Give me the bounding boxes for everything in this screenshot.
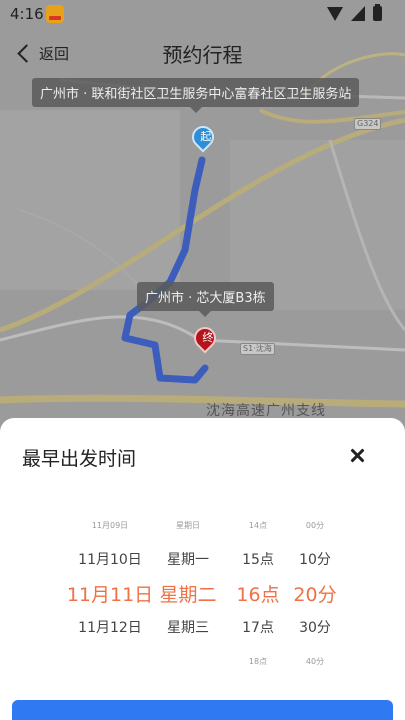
picker-hour-option[interactable]: 18点	[228, 644, 288, 678]
picker-row: 18点 40分	[0, 644, 405, 678]
end-location-label: 广州市 · 芯大厦B3栋	[145, 291, 266, 306]
signal-icon	[351, 6, 365, 21]
road-badge: S1·沈海	[240, 343, 275, 355]
highway-name-label: 沈海高速广州支线	[206, 403, 326, 419]
picker-minute-option[interactable]: 30分	[283, 610, 347, 644]
status-bar: 4:16	[0, 0, 405, 30]
chevron-left-icon	[17, 43, 36, 63]
picker-row: 11月12日 星期三 17点 30分	[0, 610, 405, 644]
picker-minute-selected[interactable]: 20分	[283, 576, 347, 610]
picker-minute-option[interactable]: 40分	[283, 644, 347, 678]
picker-hour-option[interactable]: 14点	[228, 508, 288, 542]
start-location-label: 广州市 · 联和街社区卫生服务中心富春社区卫生服务站	[40, 87, 352, 102]
back-button[interactable]: 返回	[14, 40, 69, 66]
picker-weekday-option[interactable]: 星期日	[143, 508, 233, 542]
start-marker-label: 起	[200, 130, 212, 143]
picker-weekday-option[interactable]: 星期一	[143, 542, 233, 576]
picker-weekday-option[interactable]: 星期三	[143, 610, 233, 644]
datetime-picker[interactable]: 11月09日 星期日 14点 00分 11月10日 星期一 15点 10分 11…	[0, 508, 405, 678]
picker-row-selected: 11月11日 星期二 16点 20分	[0, 576, 405, 610]
confirm-button[interactable]	[12, 700, 393, 720]
news-app-icon	[46, 5, 64, 23]
back-label: 返回	[39, 44, 70, 63]
picker-weekday-selected[interactable]: 星期二	[143, 576, 233, 610]
sheet-title: 最早出发时间	[22, 448, 137, 470]
end-location-callout[interactable]: 广州市 · 芯大厦B3栋	[137, 282, 274, 317]
picker-minute-option[interactable]: 00分	[283, 508, 347, 542]
wifi-icon	[327, 7, 343, 21]
picker-minute-option[interactable]: 10分	[283, 542, 347, 576]
picker-weekday-option[interactable]	[143, 644, 233, 678]
picker-hour-selected[interactable]: 16点	[228, 576, 288, 610]
picker-row: 11月09日 星期日 14点 00分	[0, 508, 405, 542]
departure-time-sheet: 最早出发时间 11月09日 星期日 14点 00分 11月10日 星期一 15点…	[0, 418, 405, 720]
picker-hour-option[interactable]: 15点	[228, 542, 288, 576]
nav-header: 返回 预约行程	[0, 30, 405, 76]
battery-icon	[373, 4, 382, 21]
picker-hour-option[interactable]: 17点	[228, 610, 288, 644]
close-icon[interactable]	[346, 442, 374, 470]
road-badge: G324	[354, 118, 382, 130]
start-location-callout[interactable]: 广州市 · 联和街社区卫生服务中心富春社区卫生服务站	[32, 78, 360, 113]
picker-row: 11月10日 星期一 15点 10分	[0, 542, 405, 576]
status-time: 4:16	[10, 5, 44, 23]
end-marker-label: 终	[202, 331, 214, 344]
